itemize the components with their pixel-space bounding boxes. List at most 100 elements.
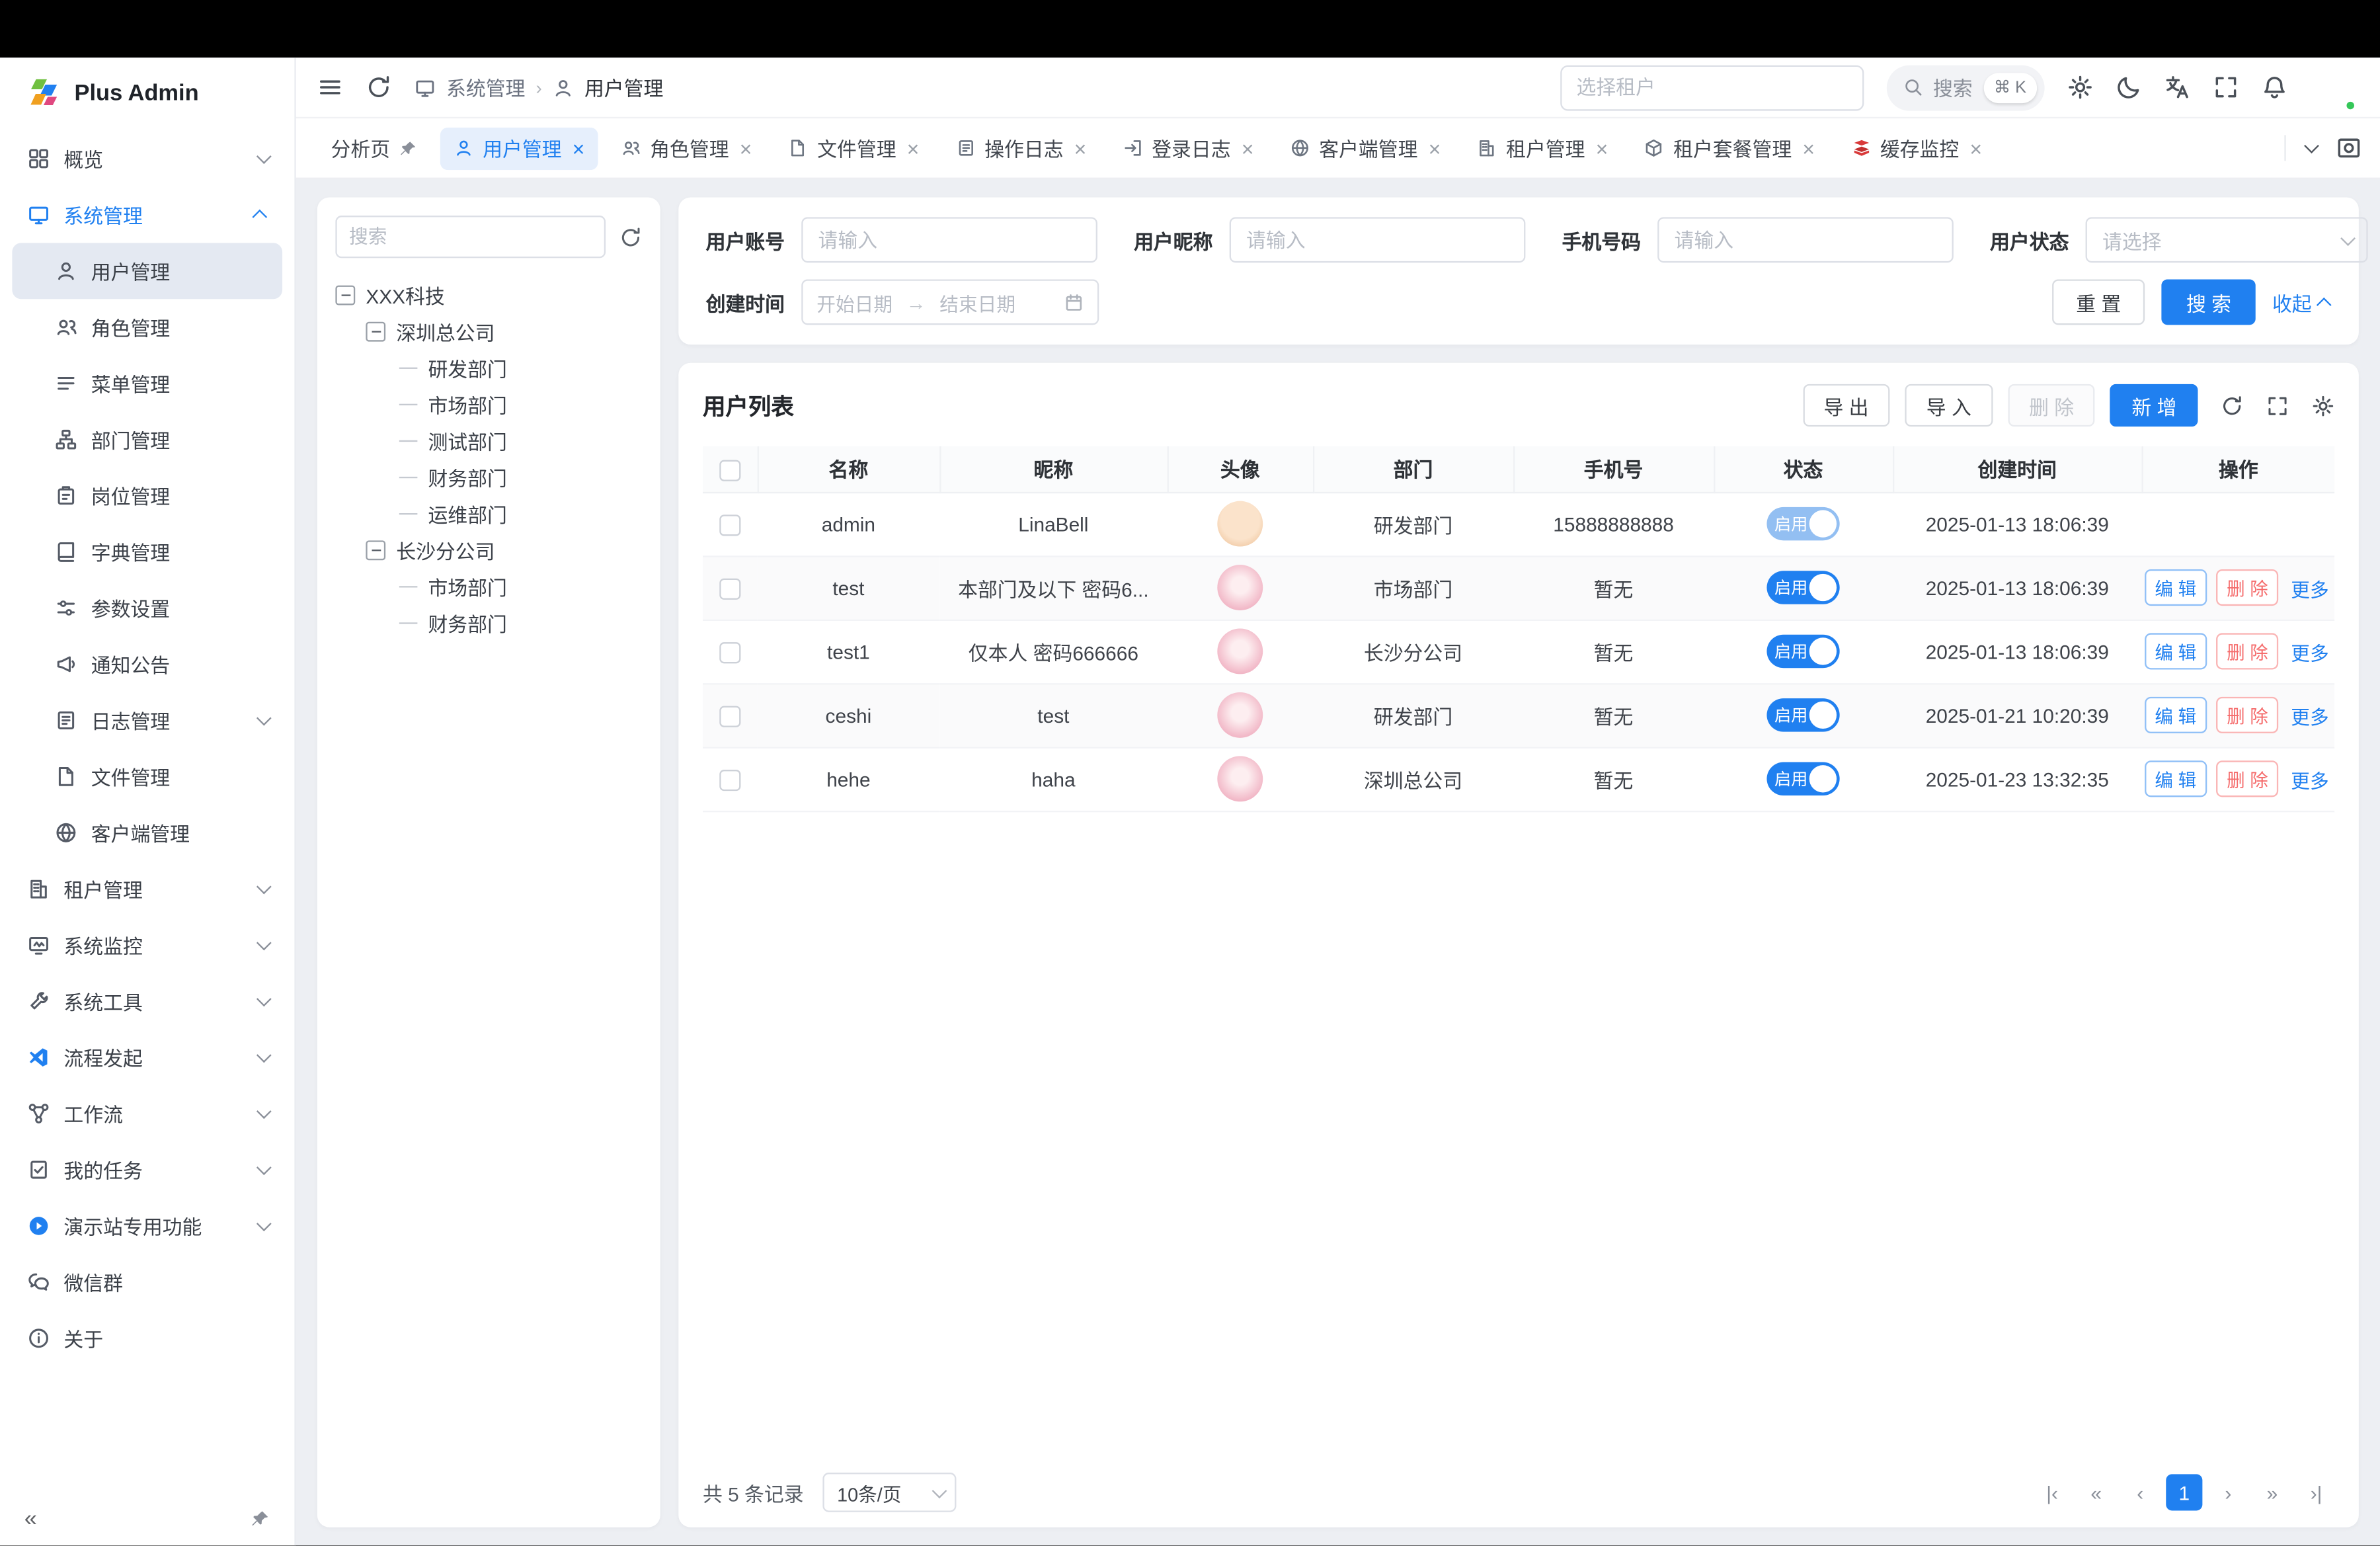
close-tab-icon[interactable]: ×: [1074, 138, 1087, 159]
delete-button[interactable]: 删 除: [2008, 384, 2095, 427]
row-checkbox[interactable]: [719, 642, 740, 663]
tree-refresh-icon[interactable]: [619, 225, 642, 248]
edit-button[interactable]: 编 辑: [2144, 760, 2207, 797]
tree-node-4[interactable]: 测试部门: [335, 422, 642, 458]
tab-9[interactable]: 缓存监控×: [1838, 127, 1996, 169]
sidebar-item-19[interactable]: 演示站专用功能: [12, 1198, 282, 1254]
sidebar-item-2[interactable]: 用户管理: [12, 243, 282, 299]
row-delete-button[interactable]: 删 除: [2216, 697, 2279, 733]
row-checkbox[interactable]: [719, 770, 740, 791]
prev-group-icon[interactable]: «: [2078, 1474, 2114, 1510]
tab-0[interactable]: 分析页: [317, 127, 431, 169]
collapse-box-icon[interactable]: [366, 540, 385, 559]
close-tab-icon[interactable]: ×: [1242, 138, 1254, 159]
tab-7[interactable]: 租户管理×: [1464, 127, 1622, 169]
collapse-box-icon[interactable]: [366, 321, 385, 341]
notifications-bell-icon[interactable]: [2262, 75, 2287, 101]
sidebar-item-6[interactable]: 岗位管理: [12, 468, 282, 524]
close-tab-icon[interactable]: ×: [573, 138, 585, 159]
tree-node-6[interactable]: 运维部门: [335, 495, 642, 531]
close-tab-icon[interactable]: ×: [907, 138, 920, 159]
tree-node-7[interactable]: 长沙分公司: [335, 532, 642, 568]
phone-input[interactable]: [1657, 217, 1954, 263]
fullscreen-table-icon[interactable]: [2266, 394, 2289, 417]
table-settings-icon[interactable]: [2312, 394, 2334, 417]
export-button[interactable]: 导 出: [1802, 384, 1889, 427]
row-checkbox[interactable]: [719, 578, 740, 599]
settings-gear-icon[interactable]: [2067, 75, 2093, 101]
date-range-input[interactable]: 开始日期 → 结束日期: [801, 279, 1099, 325]
sidebar-item-18[interactable]: 我的任务: [12, 1142, 282, 1198]
sidebar-item-0[interactable]: 概览: [12, 130, 282, 186]
status-select[interactable]: 请选择: [2086, 217, 2368, 263]
tree-search-input[interactable]: [335, 216, 606, 258]
sidebar-item-5[interactable]: 部门管理: [12, 411, 282, 468]
last-page-icon[interactable]: ›|: [2298, 1474, 2334, 1510]
import-button[interactable]: 导 入: [1905, 384, 1993, 427]
sidebar-item-14[interactable]: 系统监控: [12, 917, 282, 973]
tree-node-0[interactable]: XXX科技: [335, 276, 642, 313]
refresh-table-icon[interactable]: [2221, 394, 2243, 417]
app-logo[interactable]: Plus Admin: [0, 58, 294, 128]
sidebar-item-3[interactable]: 角色管理: [12, 299, 282, 355]
edit-button[interactable]: 编 辑: [2144, 633, 2207, 669]
edit-button[interactable]: 编 辑: [2144, 697, 2207, 733]
content-screenshot-icon[interactable]: [2336, 135, 2361, 161]
close-tab-icon[interactable]: ×: [1969, 138, 1982, 159]
sidebar-item-12[interactable]: 客户端管理: [12, 805, 282, 861]
hamburger-menu-icon[interactable]: [317, 75, 343, 101]
tab-6[interactable]: 客户端管理×: [1277, 127, 1454, 169]
edit-button[interactable]: 编 辑: [2144, 569, 2207, 606]
sidebar-item-10[interactable]: 日志管理: [12, 692, 282, 749]
collapse-box-icon[interactable]: [335, 284, 355, 304]
page-number-current[interactable]: 1: [2166, 1474, 2202, 1510]
select-all-checkbox[interactable]: [719, 460, 740, 481]
sidebar-item-4[interactable]: 菜单管理: [12, 355, 282, 411]
row-delete-button[interactable]: 删 除: [2216, 569, 2279, 606]
tree-node-1[interactable]: 深圳总公司: [335, 313, 642, 349]
reset-button[interactable]: 重 置: [2051, 279, 2145, 325]
next-group-icon[interactable]: »: [2254, 1474, 2290, 1510]
row-delete-button[interactable]: 删 除: [2216, 633, 2279, 669]
user-avatar[interactable]: [2310, 65, 2356, 110]
more-button[interactable]: 更多: [2288, 697, 2332, 733]
sidebar-item-16[interactable]: 流程发起: [12, 1030, 282, 1086]
tab-4[interactable]: 操作日志×: [942, 127, 1100, 169]
sidebar-item-17[interactable]: 工作流: [12, 1086, 282, 1142]
row-checkbox[interactable]: [719, 706, 740, 727]
tree-node-8[interactable]: 市场部门: [335, 568, 642, 604]
close-tab-icon[interactable]: ×: [740, 138, 752, 159]
first-page-icon[interactable]: |‹: [2034, 1474, 2071, 1510]
tree-node-9[interactable]: 财务部门: [335, 604, 642, 641]
sidebar-item-15[interactable]: 系统工具: [12, 973, 282, 1030]
status-toggle[interactable]: 启用: [1766, 507, 1839, 541]
collapse-filter-link[interactable]: 收起: [2272, 288, 2332, 317]
tree-node-5[interactable]: 财务部门: [335, 458, 642, 495]
global-search[interactable]: 搜索 ⌘ K: [1886, 65, 2045, 110]
status-toggle[interactable]: 启用: [1766, 698, 1839, 732]
add-button[interactable]: 新 增: [2110, 384, 2198, 427]
page-size-select[interactable]: 10条/页: [823, 1473, 957, 1512]
tab-3[interactable]: 文件管理×: [775, 127, 933, 169]
more-button[interactable]: 更多: [2288, 633, 2332, 669]
account-input[interactable]: [801, 217, 1097, 263]
status-toggle[interactable]: 启用: [1766, 571, 1839, 604]
sidebar-item-21[interactable]: 关于: [12, 1310, 282, 1366]
row-delete-button[interactable]: 删 除: [2216, 760, 2279, 797]
dark-mode-moon-icon[interactable]: [2116, 75, 2142, 101]
tree-node-3[interactable]: 市场部门: [335, 386, 642, 422]
sidebar-item-7[interactable]: 字典管理: [12, 524, 282, 580]
nickname-input[interactable]: [1230, 217, 1526, 263]
more-button[interactable]: 更多: [2288, 569, 2332, 606]
status-toggle[interactable]: 启用: [1766, 762, 1839, 796]
tab-8[interactable]: 租户套餐管理×: [1631, 127, 1829, 169]
sidebar-item-20[interactable]: 微信群: [12, 1254, 282, 1310]
sidebar-item-9[interactable]: 通知公告: [12, 636, 282, 692]
next-page-icon[interactable]: ›: [2210, 1474, 2246, 1510]
row-checkbox[interactable]: [719, 514, 740, 536]
tenant-select-input[interactable]: [1560, 65, 1863, 110]
search-button[interactable]: 搜 索: [2162, 279, 2255, 325]
close-tab-icon[interactable]: ×: [1429, 138, 1441, 159]
prev-page-icon[interactable]: ‹: [2122, 1474, 2159, 1510]
sidebar-item-8[interactable]: 参数设置: [12, 580, 282, 636]
